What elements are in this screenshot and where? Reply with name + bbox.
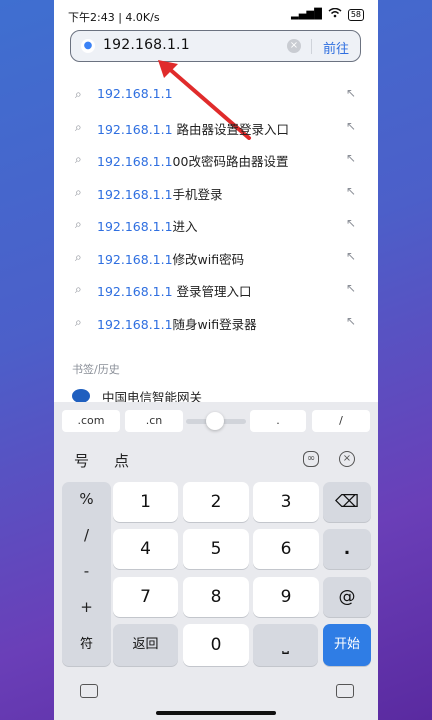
digit-key-2[interactable]: 2 (183, 482, 249, 522)
suggestion-item[interactable]: ⌕ 192.168.1.1随身wifi登录器 ↖ (54, 306, 378, 339)
slider-knob[interactable] (206, 412, 224, 430)
search-icon: ⌕ (75, 282, 82, 296)
keyboard: .com .cn . / 号 点 ∞ × % / - + 123 456 789 ⌫… (54, 402, 378, 720)
suggestion-text: 192.168.1.1修改wifi密码 (97, 249, 244, 268)
key-plus[interactable]: + (62, 598, 111, 616)
zero-key[interactable]: 0 (183, 624, 249, 666)
search-icon: ⌕ (75, 152, 82, 166)
suggestion-text: 192.168.1.1 (97, 86, 173, 101)
status-bar: 下午2:43 | 4.0K/s ▂▄▆█ 58 (54, 0, 378, 28)
close-icon[interactable]: × (339, 451, 355, 467)
suggestion-item[interactable]: ⌕ 192.168.1.1 登录管理入口 ↖ (54, 273, 378, 306)
digit-key-1[interactable]: 1 (113, 482, 178, 522)
quick-key-slash[interactable]: / (312, 410, 370, 432)
digit-key-9[interactable]: 9 (253, 577, 319, 617)
home-indicator (156, 711, 276, 715)
clear-icon[interactable]: × (287, 39, 301, 53)
suggestion-rest: 路由器设置登录入口 (172, 121, 290, 137)
symbol-key[interactable]: 符 (62, 624, 111, 666)
suggestion-rest: 进入 (172, 219, 198, 234)
clipboard-icon[interactable] (336, 684, 354, 698)
fill-arrow-icon[interactable]: ↖ (346, 119, 356, 133)
fill-arrow-icon[interactable]: ↖ (346, 249, 356, 263)
fill-arrow-icon[interactable]: ↖ (346, 281, 356, 295)
fill-arrow-icon[interactable]: ↖ (346, 216, 356, 230)
fill-arrow-icon[interactable]: ↖ (346, 86, 356, 100)
quick-key-dot[interactable]: . (250, 410, 306, 432)
suggestion-text: 192.168.1.1随身wifi登录器 (97, 314, 257, 333)
search-icon: ⌕ (75, 184, 82, 199)
digit-key-7[interactable]: 7 (113, 577, 178, 617)
signal-icon: ▂▄▆█ (291, 9, 322, 20)
search-input[interactable]: ● 192.168.1.1 × 前往 (70, 30, 361, 62)
candidate-hao[interactable]: 号 (74, 450, 89, 471)
suggestion-item[interactable]: ⌕ 192.168.1.1 路由器设置登录入口 ↖ (54, 111, 378, 144)
phone-screen: 下午2:43 | 4.0K/s ▂▄▆█ 58 ● 192.168.1.1 × … (54, 0, 378, 720)
suggestion-highlight: 192.168.1.1 (97, 251, 173, 267)
suggestion-highlight: 192.168.1.1 (97, 284, 173, 299)
suggestion-rest: 修改wifi密码 (172, 251, 245, 267)
keyboard-switch-icon[interactable] (80, 684, 98, 698)
status-icons: ▂▄▆█ 58 (291, 7, 364, 21)
digit-key-8[interactable]: 8 (183, 577, 249, 617)
suggestion-item[interactable]: ⌕ 192.168.1.1进入 ↖ (54, 208, 378, 241)
battery-icon: 58 (347, 8, 364, 21)
bookmarks-history-title: 书签/历史 (72, 363, 120, 376)
key-slash[interactable]: / (62, 526, 111, 544)
candidate-dian[interactable]: 点 (114, 450, 129, 471)
link-icon[interactable]: ∞ (303, 451, 319, 467)
suggestion-rest: 随身wifi登录器 (172, 316, 257, 332)
backspace-key[interactable]: ⌫ (323, 482, 371, 522)
wifi-icon (328, 7, 342, 21)
digit-key-4[interactable]: 4 (113, 529, 178, 569)
search-icon: ⌕ (75, 119, 82, 134)
suggestion-highlight: 192.168.1.1 (97, 316, 173, 332)
quick-key-cn[interactable]: .cn (125, 410, 183, 432)
suggestion-text: 192.168.1.1进入 (97, 216, 198, 235)
search-icon: ⌕ (75, 249, 82, 264)
suggestion-item[interactable]: ⌕ 192.168.1.100改密码路由器设置 ↖ (54, 143, 378, 176)
back-key[interactable]: 返回 (113, 624, 178, 666)
fill-arrow-icon[interactable]: ↖ (346, 184, 356, 198)
enter-key[interactable]: 开始 (323, 624, 371, 666)
search-icon: ⌕ (75, 87, 82, 101)
suggestion-list: ⌕ 192.168.1.1 ↖ ⌕ 192.168.1.1 路由器设置登录入口 ↖ ⌕ 192… (54, 78, 378, 338)
divider (311, 39, 312, 54)
suggestion-highlight: 192.168.1.1 (97, 219, 173, 234)
key-percent[interactable]: % (62, 490, 111, 508)
dot-key[interactable]: . (323, 529, 371, 569)
fill-arrow-icon[interactable]: ↖ (346, 151, 356, 165)
telecom-logo-icon (72, 389, 90, 403)
suggestion-text: 192.168.1.1 路由器设置登录入口 (97, 119, 289, 138)
search-icon: ⌕ (75, 217, 82, 231)
search-value: 192.168.1.1 (103, 37, 190, 53)
suggestion-highlight: 192.168.1.1 (97, 186, 173, 202)
digit-key-3[interactable]: 3 (253, 482, 319, 522)
suggestion-item[interactable]: ⌕ 192.168.1.1修改wifi密码 ↖ (54, 241, 378, 274)
suggestion-item[interactable]: ⌕ 192.168.1.1手机登录 ↖ (54, 176, 378, 209)
search-icon: ⌕ (75, 314, 82, 329)
cursor-slider[interactable] (186, 412, 246, 430)
suggestion-rest: 登录管理入口 (172, 284, 252, 299)
suggestion-text: 192.168.1.100改密码路由器设置 (97, 151, 288, 170)
suggestion-text: 192.168.1.1 登录管理入口 (97, 281, 252, 300)
suggestion-text: 192.168.1.1手机登录 (97, 184, 223, 203)
key-minus[interactable]: - (62, 562, 111, 580)
digit-key-5[interactable]: 5 (183, 529, 249, 569)
baidu-paw-icon: ● (81, 39, 95, 53)
suggestion-highlight: 192.168.1.1 (97, 154, 173, 169)
suggestion-item[interactable]: ⌕ 192.168.1.1 ↖ (54, 78, 378, 111)
suggestion-rest: 00改密码路由器设置 (172, 154, 289, 169)
quick-key-com[interactable]: .com (62, 410, 120, 432)
suggestion-highlight: 192.168.1.1 (97, 121, 173, 137)
symbol-column: % / - + (62, 482, 111, 638)
suggestion-highlight: 192.168.1.1 (97, 86, 173, 101)
go-button[interactable]: 前往 (323, 38, 349, 57)
suggestion-rest: 手机登录 (172, 186, 223, 202)
status-time: 下午2:43 | 4.0K/s (68, 11, 160, 24)
digit-key-6[interactable]: 6 (253, 529, 319, 569)
at-key[interactable]: @ (323, 577, 371, 617)
fill-arrow-icon[interactable]: ↖ (346, 314, 356, 328)
space-key[interactable]: ⎵ (253, 624, 318, 666)
